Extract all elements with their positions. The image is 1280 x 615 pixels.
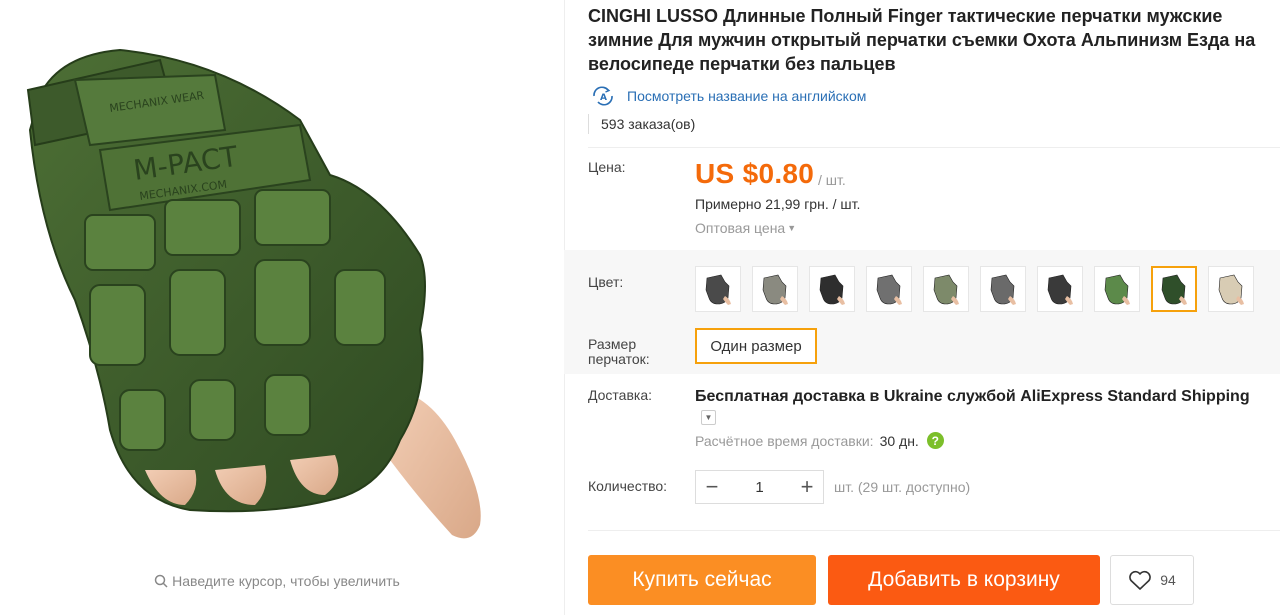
color-swatch-5[interactable] xyxy=(923,266,969,312)
glove-thumbnail-icon xyxy=(762,274,788,305)
price-approx: Примерно 21,99 грн. / шт. xyxy=(695,196,861,212)
color-swatch-1[interactable] xyxy=(695,266,741,312)
product-image[interactable]: MECHANIX WEAR M-PACT MECHANIX.COM xyxy=(0,0,564,560)
product-title: CINGHI LUSSO Длинные Полный Finger такти… xyxy=(588,6,1256,74)
help-icon[interactable]: ? xyxy=(926,432,944,449)
color-swatch-9[interactable] xyxy=(1151,266,1197,312)
size-option-one-size[interactable]: Один размер xyxy=(695,328,817,364)
wholesale-price-toggle[interactable]: Оптовая цена ▼ xyxy=(695,220,796,236)
color-swatch-6[interactable] xyxy=(980,266,1026,312)
quantity-increase-button[interactable]: + xyxy=(791,471,823,503)
shipping-mid: службой xyxy=(946,388,1016,405)
glove-thumbnail-icon xyxy=(705,274,731,305)
magnifier-icon xyxy=(154,574,168,588)
color-swatch-10[interactable] xyxy=(1208,266,1254,312)
quantity-label: Количество: xyxy=(588,478,668,494)
color-swatch-8[interactable] xyxy=(1094,266,1140,312)
color-swatch-4[interactable] xyxy=(866,266,912,312)
zoom-hint-text: Наведите курсор, чтобы увеличить xyxy=(172,573,400,589)
price-label: Цена: xyxy=(588,159,626,175)
glove-thumbnail-icon xyxy=(876,274,902,305)
color-swatches xyxy=(695,266,1265,312)
buy-now-button[interactable]: Купить сейчас xyxy=(588,555,816,605)
glove-thumbnail-icon xyxy=(1218,274,1244,305)
actions-divider xyxy=(588,530,1280,531)
quantity-available: шт. (29 шт. доступно) xyxy=(834,479,971,495)
price-value: US $0.80 xyxy=(695,158,815,189)
translate-link[interactable]: A Посмотреть название на английском xyxy=(588,86,866,106)
glove-thumbnail-icon xyxy=(1104,274,1130,305)
add-to-cart-button[interactable]: Добавить в корзину xyxy=(828,555,1100,605)
quantity-input[interactable]: 1 xyxy=(728,479,791,496)
color-swatch-2[interactable] xyxy=(752,266,798,312)
zoom-hint: Наведите курсор, чтобы увеличить xyxy=(0,573,554,589)
orders-count: 593 заказа(ов) xyxy=(588,114,695,134)
glove-thumbnail-icon xyxy=(1161,274,1187,305)
quantity-stepper: − 1 + xyxy=(695,470,824,504)
heart-icon xyxy=(1129,570,1152,590)
shipping-summary: Бесплатная доставка в Ukraine службой Al… xyxy=(695,388,1250,406)
section-divider xyxy=(588,147,1280,148)
color-swatch-3[interactable] xyxy=(809,266,855,312)
size-label-line2: перчаток: xyxy=(588,351,650,367)
glove-thumbnail-icon xyxy=(819,274,845,305)
wholesale-price-label: Оптовая цена xyxy=(695,220,786,236)
glove-thumbnail-icon xyxy=(933,274,959,305)
shipping-service: AliExpress Standard Shipping xyxy=(1020,388,1250,405)
delivery-time-label: Расчётное время доставки: xyxy=(695,432,874,449)
color-label: Цвет: xyxy=(588,274,624,290)
shipping-dropdown-icon[interactable]: ▼ xyxy=(701,410,716,425)
shipping-country: Ukraine xyxy=(883,388,943,405)
size-label-line1: Размер xyxy=(588,336,637,352)
glove-thumbnail-icon xyxy=(990,274,1016,305)
chevron-down-icon: ▼ xyxy=(787,223,797,233)
size-label: Размер перчаток: xyxy=(588,337,650,367)
price-unit: / шт. xyxy=(818,172,846,188)
image-gallery: MECHANIX WEAR M-PACT MECHANIX.COM Наведи… xyxy=(0,0,565,615)
quantity-decrease-button[interactable]: − xyxy=(696,471,728,503)
delivery-days: 30 дн. xyxy=(879,432,919,449)
wishlist-count: 94 xyxy=(1160,572,1176,588)
glove-thumbnail-icon xyxy=(1047,274,1073,305)
translate-icon: A xyxy=(593,86,613,106)
delivery-estimate: Расчётное время доставки: 30 дн. ? xyxy=(695,432,944,449)
translate-link-text[interactable]: Посмотреть название на английском xyxy=(627,88,866,104)
wishlist-button[interactable]: 94 xyxy=(1110,555,1194,605)
color-swatch-7[interactable] xyxy=(1037,266,1083,312)
shipping-label: Доставка: xyxy=(588,387,653,403)
svg-text:A: A xyxy=(600,93,607,103)
shipping-prefix: Бесплатная доставка в xyxy=(695,388,880,405)
